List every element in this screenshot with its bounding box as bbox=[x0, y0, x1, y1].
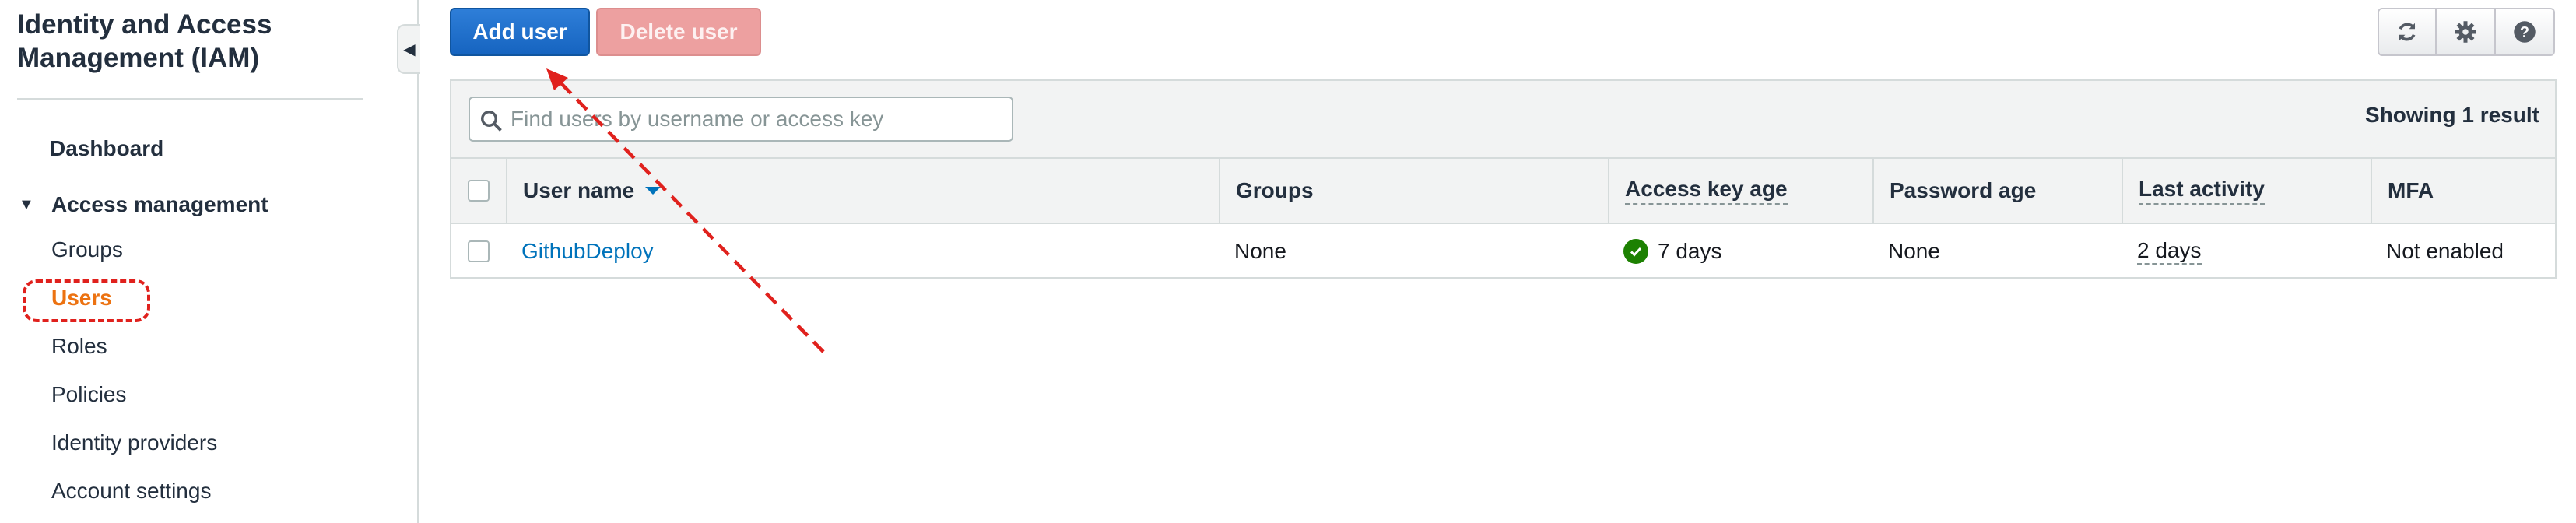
table-header: User name Groups Access key age Password… bbox=[451, 159, 2555, 224]
sort-desc-icon bbox=[645, 187, 662, 195]
access-key-age-value: 7 days bbox=[1658, 239, 1722, 263]
select-all-cell bbox=[451, 159, 506, 223]
refresh-button[interactable] bbox=[2378, 8, 2437, 56]
column-header-mfa[interactable]: MFA bbox=[2371, 159, 2555, 223]
search-box[interactable] bbox=[469, 97, 1013, 142]
sidebar-title: Identity and Access Management (IAM) bbox=[17, 9, 272, 73]
cell-last-activity: 2 days bbox=[2137, 224, 2202, 279]
sidebar-section-access-management[interactable]: ▼ Access management bbox=[19, 192, 268, 217]
cell-user-name: GithubDeploy bbox=[521, 224, 654, 279]
result-count: Showing 1 result bbox=[2364, 103, 2539, 127]
sidebar-item-account-settings[interactable]: Account settings bbox=[51, 479, 211, 504]
column-header-last-activity[interactable]: Last activity bbox=[2122, 159, 2371, 223]
column-label-password-age: Password age bbox=[1890, 178, 2037, 202]
caret-down-icon: ▼ bbox=[19, 196, 34, 213]
sidebar-section-label: Access management bbox=[51, 192, 268, 216]
sidebar-item-policies[interactable]: Policies bbox=[51, 382, 126, 407]
svg-text:?: ? bbox=[2520, 24, 2529, 41]
column-header-user-name[interactable]: User name bbox=[506, 159, 1219, 223]
sidebar-item-identity-providers[interactable]: Identity providers bbox=[51, 430, 217, 455]
column-label-last-activity: Last activity bbox=[2139, 177, 2265, 205]
users-table-panel: Showing 1 result User name Groups Access… bbox=[450, 79, 2557, 279]
sidebar-item-users[interactable]: Users bbox=[51, 286, 112, 311]
refresh-icon bbox=[2399, 23, 2416, 41]
row-checkbox[interactable] bbox=[468, 240, 490, 262]
select-all-checkbox[interactable] bbox=[468, 180, 490, 202]
column-header-access-key-age[interactable]: Access key age bbox=[1608, 159, 1872, 223]
row-select-cell bbox=[451, 224, 506, 279]
column-label-groups: Groups bbox=[1236, 178, 1314, 202]
column-label-user-name: User name bbox=[523, 178, 635, 202]
caret-left-icon: ◀ bbox=[403, 40, 416, 58]
cell-mfa: Not enabled bbox=[2386, 239, 2504, 263]
gear-icon bbox=[2455, 21, 2476, 43]
last-activity-value: 2 days bbox=[2137, 238, 2202, 265]
sidebar: Identity and Access Management (IAM) Das… bbox=[0, 0, 419, 523]
collapse-sidebar-button[interactable]: ◀ bbox=[397, 24, 420, 74]
sidebar-divider bbox=[17, 98, 363, 100]
delete-user-button[interactable]: Delete user bbox=[596, 8, 761, 56]
column-header-password-age[interactable]: Password age bbox=[1872, 159, 2122, 223]
help-icon: ? bbox=[2514, 21, 2536, 43]
cell-password-age: None bbox=[1888, 239, 1940, 263]
sidebar-item-dashboard[interactable]: Dashboard bbox=[50, 136, 163, 161]
search-icon bbox=[481, 111, 502, 132]
column-label-mfa: MFA bbox=[2388, 178, 2434, 202]
cell-access-key-age: 7 days bbox=[1623, 224, 1722, 279]
cell-groups: None bbox=[1234, 239, 1286, 263]
column-label-access-key-age: Access key age bbox=[1625, 177, 1788, 205]
sidebar-item-roles[interactable]: Roles bbox=[51, 334, 107, 359]
filter-bar: Showing 1 result bbox=[451, 79, 2555, 159]
search-input[interactable] bbox=[509, 103, 999, 135]
add-user-button[interactable]: Add user bbox=[450, 8, 590, 56]
settings-button[interactable] bbox=[2437, 8, 2496, 56]
table-row[interactable]: GithubDeploy None 7 days None 2 days Not… bbox=[451, 224, 2555, 279]
column-header-groups[interactable]: Groups bbox=[1219, 159, 1608, 223]
help-button[interactable]: ? bbox=[2496, 8, 2555, 56]
check-circle-icon bbox=[1623, 239, 1648, 264]
user-name-link[interactable]: GithubDeploy bbox=[521, 239, 654, 264]
sidebar-item-groups[interactable]: Groups bbox=[51, 237, 123, 262]
